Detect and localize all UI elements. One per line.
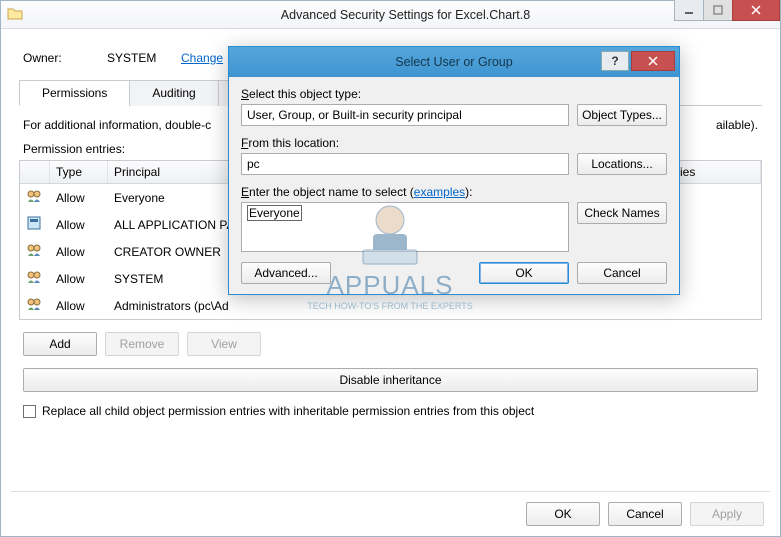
owner-label: Owner: [23, 51, 93, 65]
object-type-input[interactable]: User, Group, or Built-in security princi… [241, 104, 569, 126]
select-user-group-dialog: Select User or Group ? Select this objec… [228, 46, 680, 295]
cell-inherited [522, 304, 650, 308]
add-button[interactable]: Add [23, 332, 97, 356]
main-ok-button[interactable]: OK [526, 502, 600, 526]
cell-access [372, 304, 522, 308]
object-type-label: Select this object type: [241, 87, 667, 101]
tab-permissions[interactable]: Permissions [19, 80, 130, 106]
minimize-button[interactable] [674, 0, 704, 21]
remove-button[interactable]: Remove [105, 332, 179, 356]
help-button[interactable]: ? [601, 51, 629, 71]
maximize-button[interactable] [703, 0, 733, 21]
replace-checkbox[interactable] [23, 405, 36, 418]
cell-applies [650, 304, 761, 308]
enter-name-label: Enter the object name to select (example… [241, 185, 667, 199]
user-icon [20, 240, 50, 263]
table-row[interactable]: AllowUsers (pc\Users)ReadParent ObjectTh… [20, 319, 761, 320]
object-name-input[interactable]: Everyone [241, 202, 569, 252]
replace-row: Replace all child object permission entr… [23, 404, 758, 418]
cell-type: Allow [50, 297, 108, 315]
cell-type: Allow [50, 270, 108, 288]
replace-label: Replace all child object permission entr… [42, 404, 534, 418]
cell-type: Allow [50, 189, 108, 207]
user-icon [20, 267, 50, 290]
main-titlebar: Advanced Security Settings for Excel.Cha… [1, 1, 780, 29]
advanced-button[interactable]: Advanced... [241, 262, 331, 284]
view-button[interactable]: View [187, 332, 261, 356]
modal-cancel-button[interactable]: Cancel [577, 262, 667, 284]
main-window-title: Advanced Security Settings for Excel.Cha… [31, 8, 780, 22]
user-icon [20, 294, 50, 317]
from-location-label: From this location: [241, 136, 667, 150]
col-type[interactable]: Type [50, 161, 108, 183]
tab-auditing[interactable]: Auditing [129, 80, 218, 106]
col-icon[interactable] [20, 161, 50, 183]
modal-close-button[interactable] [631, 51, 675, 71]
footer-divider [11, 491, 770, 492]
cell-type: Allow [50, 243, 108, 261]
examples-link[interactable]: examples [414, 185, 465, 199]
modal-titlebar: Select User or Group ? [229, 47, 679, 77]
disable-inheritance-button[interactable]: Disable inheritance [23, 368, 758, 392]
main-apply-button[interactable]: Apply [690, 502, 764, 526]
folder-icon [7, 6, 23, 23]
check-names-button[interactable]: Check Names [577, 202, 667, 224]
modal-ok-button[interactable]: OK [479, 262, 569, 284]
owner-value: SYSTEM [107, 51, 167, 65]
object-types-button[interactable]: Object Types... [577, 104, 667, 126]
main-cancel-button[interactable]: Cancel [608, 502, 682, 526]
user-icon [20, 213, 50, 236]
from-location-input[interactable]: pc [241, 153, 569, 175]
close-button[interactable] [732, 0, 780, 21]
cell-principal: Administrators (pc\Ad [108, 297, 372, 315]
locations-button[interactable]: Locations... [577, 153, 667, 175]
table-row[interactable]: AllowAdministrators (pc\Ad [20, 292, 761, 319]
cell-type: Allow [50, 216, 108, 234]
user-icon [20, 186, 50, 209]
change-owner-link[interactable]: Change [181, 51, 223, 65]
